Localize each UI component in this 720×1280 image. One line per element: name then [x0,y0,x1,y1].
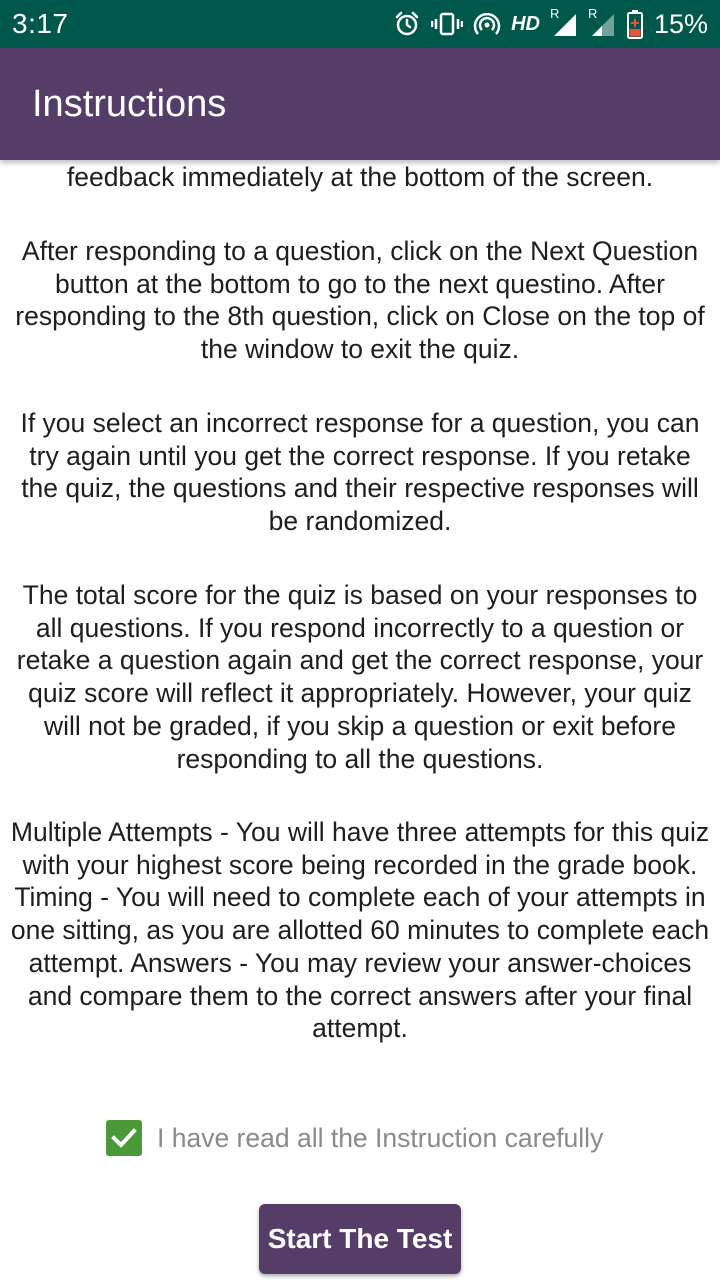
signal-icon: R [550,6,578,38]
signal-roaming-label-2: R [587,6,598,21]
status-bar: 3:17 HD R R 15% [0,0,720,48]
vibrate-icon [431,10,464,38]
status-icons: HD R R 15% [393,6,708,40]
acknowledgement-checkbox-row[interactable]: I have read all the Instruction carefull… [106,1118,603,1158]
start-test-button[interactable]: Start The Test [259,1204,461,1274]
app-bar: Instructions [0,48,720,160]
instruction-paragraph-4: The total score for the quiz is based on… [16,580,704,774]
hd-indicator: HD [511,12,540,35]
instructions-scroll-area[interactable]: feedback immediately at the bottom of th… [0,160,720,1080]
instruction-paragraph-5: Multiple Attempts - You will have three … [10,817,710,1044]
signal-icon-2: R [588,6,616,38]
instruction-paragraph-3: If you select an incorrect response for … [20,408,700,537]
status-time: 3:17 [12,8,69,39]
alarm-icon [393,10,421,38]
signal-roaming-label: R [549,6,560,21]
acknowledgement-label[interactable]: I have read all the Instruction carefull… [157,1123,603,1154]
hotspot-icon [473,10,501,38]
instruction-paragraph-1: feedback immediately at the bottom of th… [66,162,654,192]
acknowledgement-checkbox[interactable] [106,1120,142,1156]
checkmark-icon [111,1128,137,1148]
battery-percent: 15% [653,8,708,39]
page-title: Instructions [32,82,227,125]
instruction-paragraph-2: After responding to a question, click on… [15,236,705,365]
battery-icon [626,9,644,39]
